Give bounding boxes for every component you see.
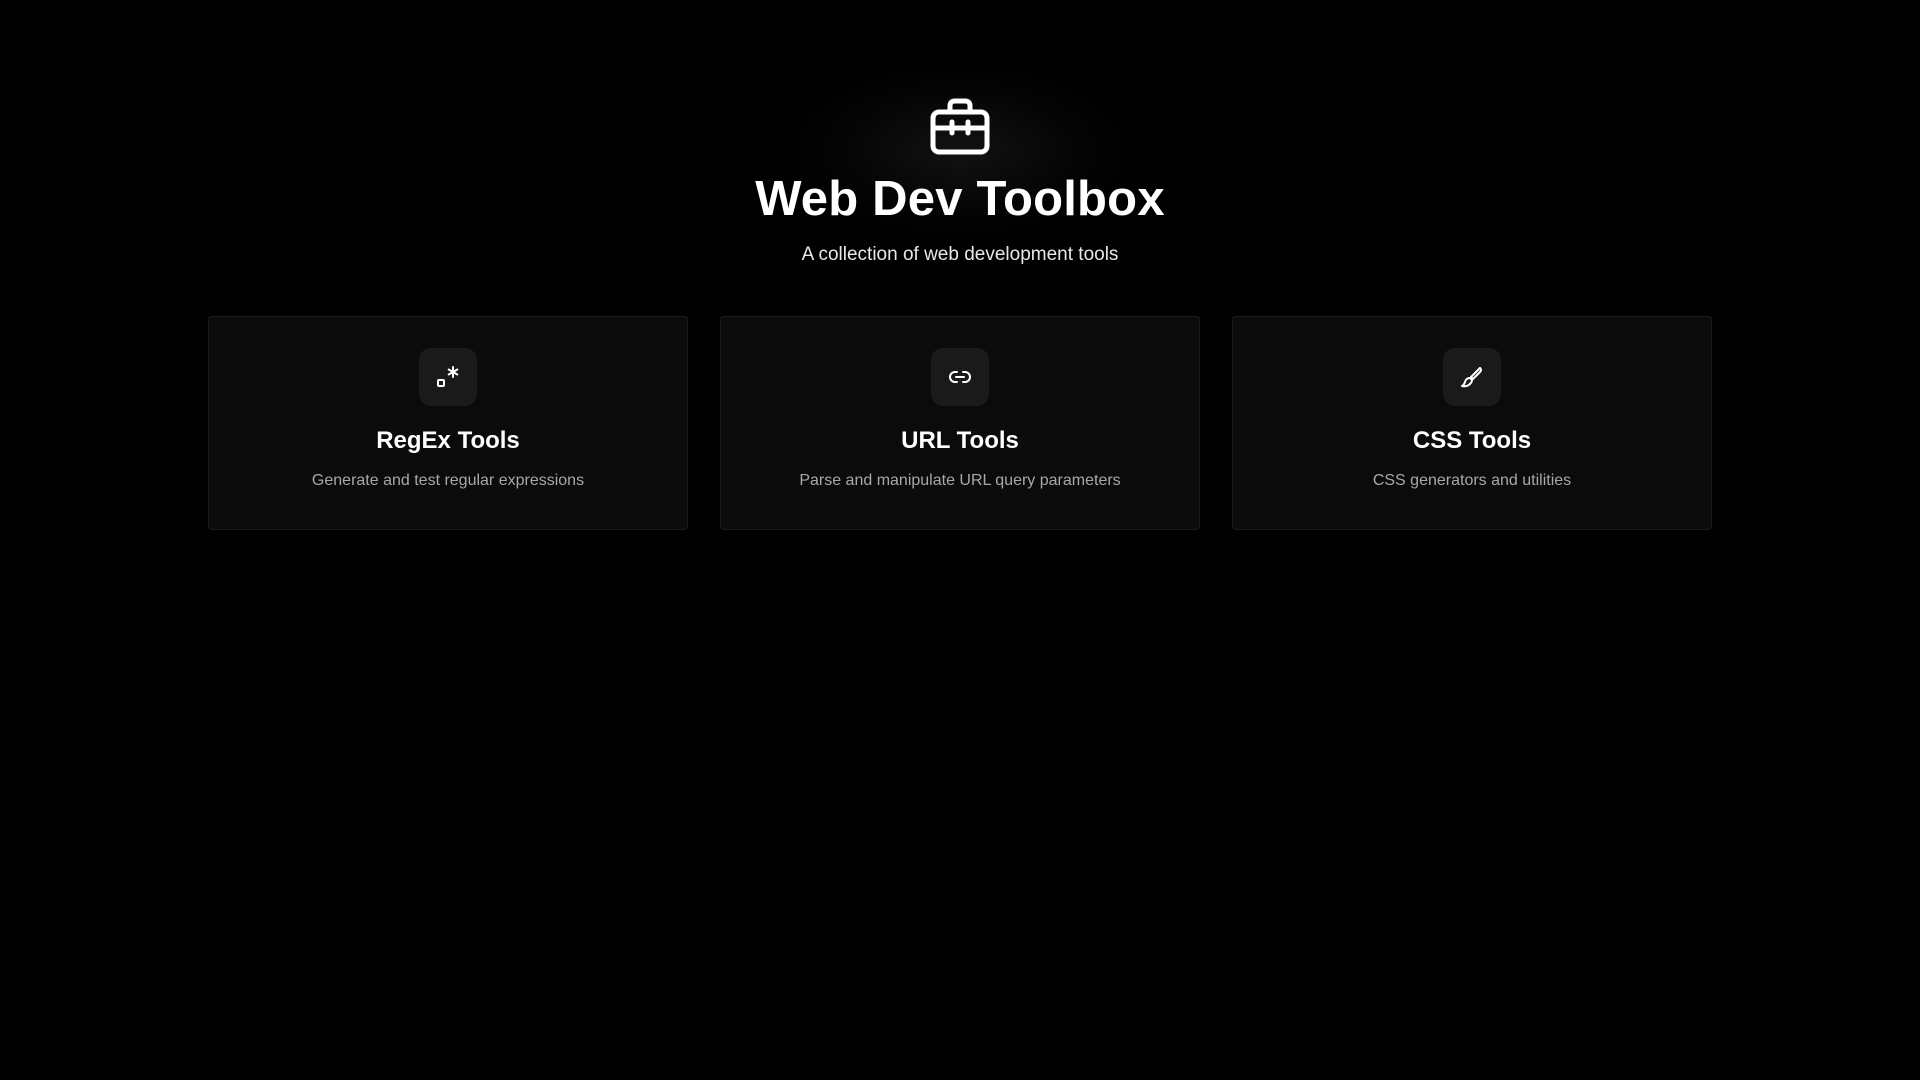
card-description: CSS generators and utilities bbox=[1372, 472, 1572, 489]
paintbrush-icon bbox=[1461, 367, 1482, 388]
regex-icon bbox=[437, 366, 459, 387]
link-icon bbox=[949, 371, 971, 383]
page-subtitle: A collection of web development tools bbox=[801, 243, 1119, 265]
tool-cards: RegEx Tools Generate and test regular ex… bbox=[208, 316, 1712, 530]
page-title: Web Dev Toolbox bbox=[755, 172, 1165, 226]
toolbox-icon bbox=[929, 98, 991, 156]
header: Web Dev Toolbox A collection of web deve… bbox=[0, 98, 1920, 268]
regex-icon-box bbox=[419, 348, 477, 406]
card-description: Generate and test regular expressions bbox=[311, 472, 585, 489]
card-title: CSS Tools bbox=[1412, 427, 1532, 454]
css-tools-card[interactable]: CSS Tools CSS generators and utilities bbox=[1232, 316, 1712, 530]
paintbrush-icon-box bbox=[1443, 348, 1501, 406]
regex-tools-card[interactable]: RegEx Tools Generate and test regular ex… bbox=[208, 316, 688, 530]
link-icon-box bbox=[931, 348, 989, 406]
card-title: RegEx Tools bbox=[376, 427, 520, 454]
url-tools-card[interactable]: URL Tools Parse and manipulate URL query… bbox=[720, 316, 1200, 530]
page: Web Dev Toolbox A collection of web deve… bbox=[0, 0, 1920, 1080]
card-description: Parse and manipulate URL query parameter… bbox=[799, 472, 1121, 489]
card-title: URL Tools bbox=[901, 427, 1019, 454]
